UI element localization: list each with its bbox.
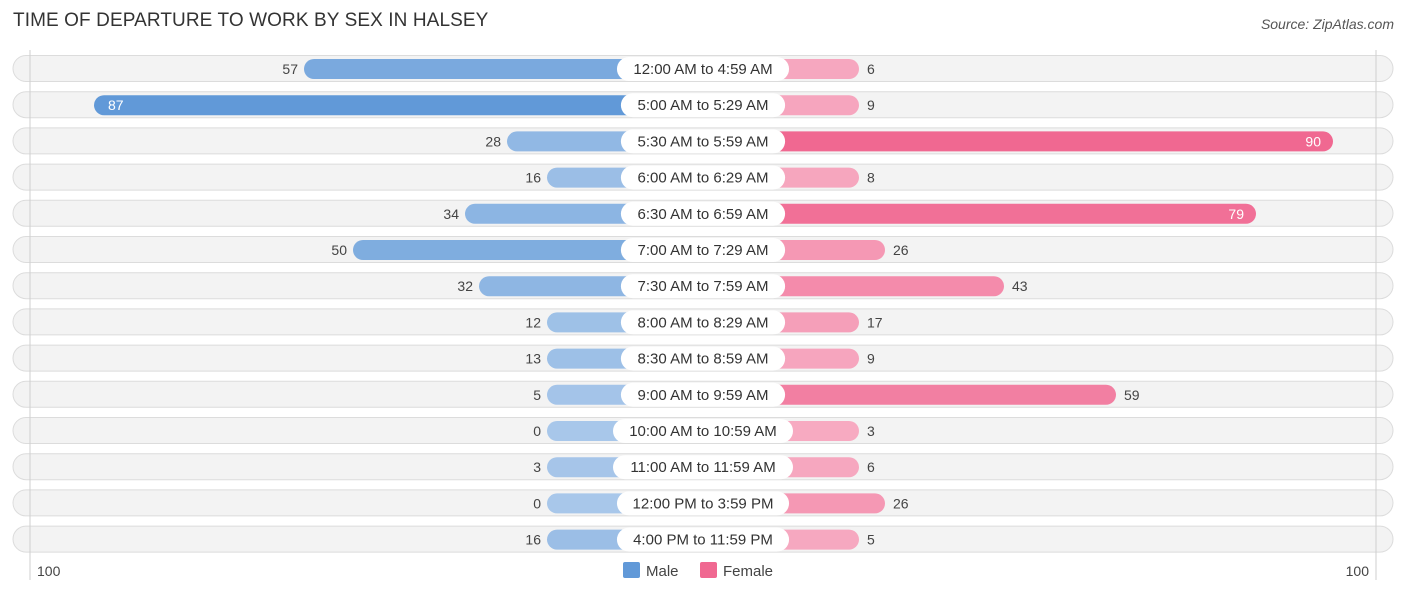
legend-label-male: Male	[646, 563, 679, 580]
table-row: 6:30 AM to 6:59 AM 34 79	[12, 199, 1394, 227]
legend-label-female: Female	[723, 563, 773, 580]
category-label: 9:00 AM to 9:59 AM	[638, 387, 769, 404]
category-label: 12:00 AM to 4:59 AM	[633, 61, 772, 78]
table-row: 8:00 AM to 8:29 AM 12 17	[12, 308, 1394, 336]
table-row: 7:30 AM to 7:59 AM 32 43	[12, 272, 1394, 300]
category-label: 11:00 AM to 11:59 AM	[630, 459, 775, 476]
value-label-female: 26	[893, 242, 909, 258]
table-row: 6:00 AM to 6:29 AM 16 8	[12, 163, 1394, 191]
table-row: 11:00 AM to 11:59 AM 3 6	[12, 453, 1394, 481]
value-label-male: 28	[485, 133, 501, 149]
value-label-male: 13	[525, 351, 541, 367]
category-label: 8:30 AM to 8:59 AM	[638, 351, 769, 368]
chart: 12:00 AM to 4:59 AM 57 6 5:00 AM to 5:29 AM…	[12, 50, 1394, 580]
value-label-male: 5	[533, 387, 541, 403]
axis-label-right: 100	[1346, 563, 1370, 579]
value-label-female: 3	[867, 423, 875, 439]
table-row: 5:00 AM to 5:29 AM 87 9	[12, 91, 1394, 119]
value-label-female: 79	[1228, 206, 1244, 222]
table-row: 10:00 AM to 10:59 AM 0 3	[12, 417, 1394, 444]
category-label: 8:00 AM to 8:29 AM	[638, 314, 769, 331]
value-label-male: 0	[533, 495, 541, 511]
legend-swatch-female	[700, 562, 717, 578]
table-row: 12:00 AM to 4:59 AM 57 6	[12, 55, 1394, 82]
value-label-male: 57	[282, 61, 298, 77]
category-label: 10:00 AM to 10:59 AM	[629, 423, 777, 440]
bar-female	[703, 131, 1333, 152]
value-label-female: 6	[867, 61, 875, 77]
table-row: 9:00 AM to 9:59 AM 5 59	[12, 380, 1394, 408]
value-label-male: 12	[525, 314, 541, 330]
value-label-female: 6	[867, 459, 875, 475]
value-label-male: 50	[331, 242, 347, 258]
value-label-female: 5	[867, 532, 875, 548]
table-row: 8:30 AM to 8:59 AM 13 9	[12, 344, 1394, 372]
value-label-male: 16	[525, 532, 541, 548]
category-label: 6:30 AM to 6:59 AM	[638, 206, 769, 223]
legend-swatch-male	[623, 562, 640, 578]
category-label: 7:30 AM to 7:59 AM	[638, 278, 769, 295]
value-label-male: 32	[457, 278, 473, 294]
category-label: 4:00 PM to 11:59 PM	[633, 532, 773, 549]
value-label-male: 34	[443, 206, 459, 222]
value-label-female: 43	[1012, 278, 1028, 294]
table-row: 5:30 AM to 5:59 AM 28 90	[12, 127, 1394, 155]
category-label: 12:00 PM to 3:59 PM	[633, 495, 774, 512]
category-label: 7:00 AM to 7:29 AM	[638, 242, 769, 259]
rows: 12:00 AM to 4:59 AM 57 6 5:00 AM to 5:29 AM…	[12, 55, 1394, 553]
value-label-male: 3	[533, 459, 541, 475]
category-label: 5:00 AM to 5:29 AM	[638, 97, 769, 114]
value-label-female: 59	[1124, 387, 1140, 403]
legend: Male Female	[623, 562, 773, 580]
table-row: 7:00 AM to 7:29 AM 50 26	[12, 236, 1394, 263]
axis-label-left: 100	[37, 563, 61, 579]
value-label-female: 9	[867, 351, 875, 367]
table-row: 12:00 PM to 3:59 PM 0 26	[12, 489, 1394, 517]
value-label-male: 87	[108, 97, 124, 113]
value-label-female: 9	[867, 97, 875, 113]
value-label-male: 16	[525, 170, 541, 186]
value-label-female: 90	[1305, 133, 1321, 149]
value-label-female: 8	[867, 170, 875, 186]
value-label-female: 17	[867, 314, 883, 330]
bar-female	[703, 203, 1256, 224]
category-label: 6:00 AM to 6:29 AM	[638, 170, 769, 187]
table-row: 4:00 PM to 11:59 PM 16 5	[12, 525, 1394, 553]
category-label: 5:30 AM to 5:59 AM	[638, 133, 769, 150]
value-label-male: 0	[533, 423, 541, 439]
bar-male	[94, 95, 703, 116]
value-label-female: 26	[893, 495, 909, 511]
